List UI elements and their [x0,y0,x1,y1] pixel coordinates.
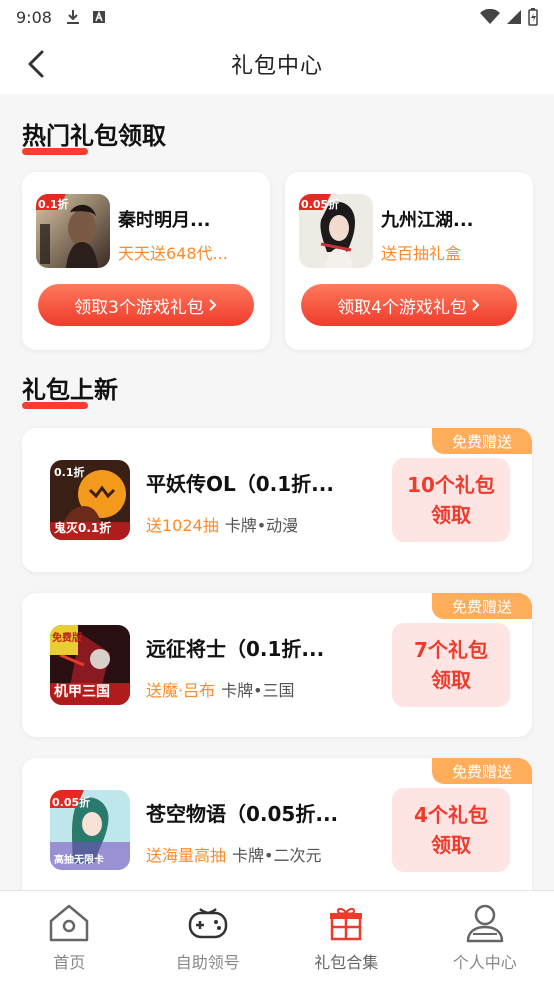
game-name: 九州江湖... [381,210,474,231]
thumb-caption: 高抽无限卡 [54,855,104,866]
gift-desc: 送百抽礼盒 [381,244,462,263]
new-gift-card[interactable]: 免费赠送 0.1折 鬼灭0.1折 平妖传OL（0.1折... 送1024抽 卡牌•… [22,428,532,572]
claim-pack-button[interactable]: 7个礼包 领取 [392,623,510,707]
back-button[interactable] [20,48,52,80]
hot-gift-card[interactable]: 0.05折 九州江湖... 送百抽礼盒 领取4个游戏礼包 [285,172,533,350]
home-icon [47,901,91,945]
nav-bar: 礼包中心 [0,34,554,94]
status-time: 9:08 [16,7,52,27]
game-title: 苍空物语（0.05折... [146,802,339,826]
game-tags: 卡牌•动漫 [224,516,299,535]
gift-highlight: 送海量高抽 [146,846,227,865]
hot-section-title: 热门礼包领取 [22,116,166,155]
gamepad-icon [186,901,230,945]
gift-desc: 天天送648代... [118,244,228,263]
game-tags: 卡牌•三国 [221,681,295,700]
game-thumbnail: 免费版 机甲三国 [50,625,130,705]
game-thumbnail: 0.1折 [36,194,110,268]
chevron-left-icon [28,50,44,78]
download-icon [66,10,79,24]
game-thumbnail: 0.05折 高抽无限卡 [50,790,130,870]
free-gift-ribbon: 免费赠送 [432,428,532,454]
user-icon [463,901,507,945]
discount-badge: 0.1折 [54,466,85,479]
game-meta: 送海量高抽 卡牌•二次元 [146,842,321,866]
hot-gift-card[interactable]: 0.1折 秦时明月... 天天送648代... 领取3个游戏礼包 [22,172,270,350]
tab-home[interactable]: 首页 [0,891,139,984]
free-gift-ribbon: 免费赠送 [432,758,532,784]
discount-badge: 0.1折 [38,198,69,211]
gift-icon [324,901,368,945]
gift-center-content[interactable]: 热门礼包领取 0.1折 秦时明月... 天天送648代... 领取3个游戏礼包 [0,94,554,890]
game-thumbnail: 0.1折 鬼灭0.1折 [50,460,130,540]
thumb-caption: 机甲三国 [54,684,110,700]
claim-pack-button[interactable]: 4个礼包 领取 [392,788,510,872]
new-section-title: 礼包上新 [22,370,118,409]
claim-gifts-button[interactable]: 领取3个游戏礼包 [38,284,254,326]
game-meta: 送1024抽 卡牌•动漫 [146,512,298,536]
game-name: 秦时明月... [118,210,211,231]
page-title: 礼包中心 [230,54,323,79]
new-gift-card[interactable]: 免费赠送 免费版 机甲三国 远征将士（0.1折... 送魔·吕布 卡牌•三国 7个… [22,593,532,737]
chevron-right-icon [472,299,480,311]
gift-highlight: 送魔·吕布 [146,681,216,700]
discount-badge: 0.05折 [52,796,91,809]
discount-badge: 0.05折 [301,198,340,211]
gift-highlight: 送1024抽 [146,516,219,535]
thumb-caption: 鬼灭0.1折 [54,521,112,535]
game-title: 平妖传OL（0.1折... [146,472,334,496]
game-thumbnail: 0.05折 [299,194,373,268]
game-meta: 送魔·吕布 卡牌•三国 [146,677,295,701]
discount-badge: 免费版 [52,633,82,644]
tab-gift-collection[interactable]: 礼包合集 [277,891,416,984]
status-bar: 9:08 [0,0,554,34]
new-gift-card[interactable]: 免费赠送 0.05折 高抽无限卡 苍空物语（0.05折... 送海量高抽 卡牌•二… [22,758,532,890]
battery-icon [528,8,538,26]
claim-pack-button[interactable]: 10个礼包 领取 [392,458,510,542]
tab-profile[interactable]: 个人中心 [416,891,554,984]
wifi-icon [480,9,500,24]
keyboard-a-icon [92,10,105,23]
free-gift-ribbon: 免费赠送 [432,593,532,619]
signal-icon [507,10,521,24]
tab-self-service[interactable]: 自助领号 [139,891,278,984]
bottom-tab-bar: 首页 自助领号 礼包合集 个人中心 [0,890,554,984]
game-title: 远征将士（0.1折... [146,637,325,661]
claim-gifts-button[interactable]: 领取4个游戏礼包 [301,284,517,326]
game-tags: 卡牌•二次元 [232,846,322,865]
chevron-right-icon [209,299,217,311]
